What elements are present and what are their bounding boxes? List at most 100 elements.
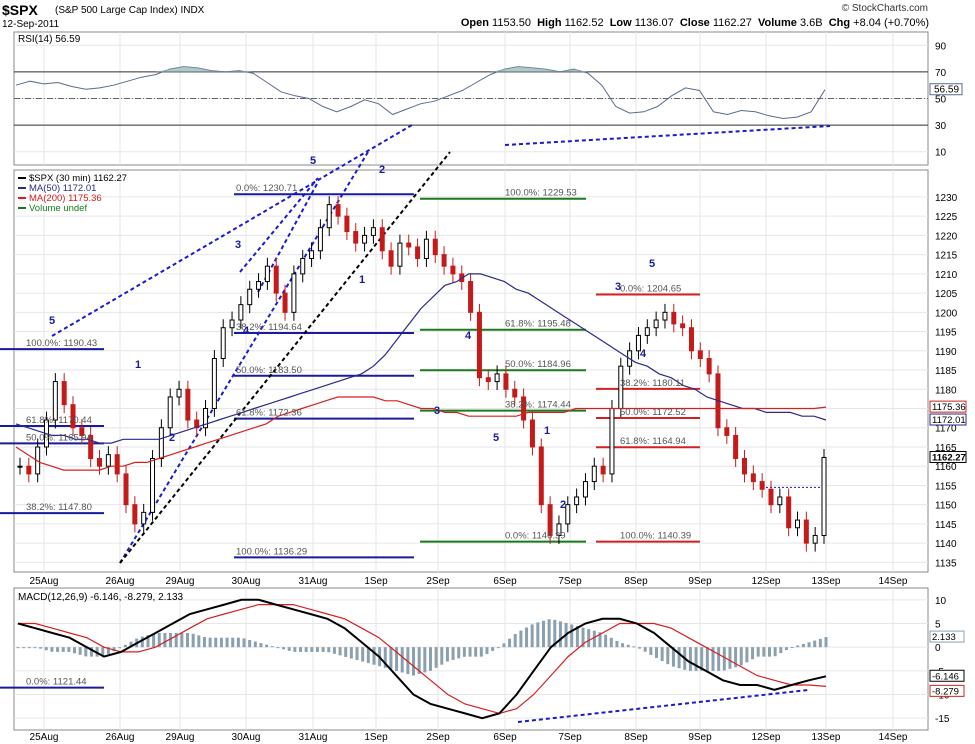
macd-x-tick-label: 13Sep — [812, 732, 841, 743]
macd-histogram-bar — [626, 644, 630, 648]
macd-histogram-bar — [123, 644, 127, 648]
macd-x-tick-label: 14Sep — [879, 732, 908, 743]
candle-body — [759, 481, 765, 490]
macd-histogram-bar — [519, 630, 523, 648]
candle-body — [397, 242, 403, 267]
fib-level-label: 0.0%: 1230.71 — [236, 183, 297, 194]
candle-body — [582, 481, 588, 498]
macd-histogram-bar — [717, 647, 721, 671]
price-tick-label: 1160 — [935, 462, 957, 473]
candle-body — [733, 434, 739, 460]
macd-tick-label: 5 — [935, 620, 941, 631]
macd-histogram-bar — [338, 647, 342, 656]
wave-label: 1 — [135, 359, 141, 371]
candle-body — [362, 234, 368, 244]
macd-histogram-bar — [558, 621, 562, 648]
macd-x-tick-label: 30Aug — [232, 732, 261, 743]
macd-histogram-bar — [638, 647, 642, 649]
candle-body — [574, 496, 580, 506]
macd-histogram-bar — [654, 647, 658, 658]
macd-histogram-bar — [332, 647, 336, 654]
macd-histogram-bar — [344, 647, 348, 657]
macd-histogram-bar — [355, 647, 359, 661]
rsi-last-value-label: 56.59 — [934, 85, 959, 96]
candle-body — [370, 227, 376, 236]
candle-body — [150, 458, 156, 513]
candle-body — [450, 265, 456, 275]
macd-histogram-bar — [197, 635, 201, 648]
candle-body — [644, 327, 650, 336]
macd-histogram-bar — [796, 645, 800, 648]
macd-x-tick-label: 1Sep — [364, 732, 388, 743]
macd-histogram-bar — [479, 647, 483, 657]
candle-body — [476, 311, 482, 379]
price-last-value-label: 1172.01 — [932, 415, 966, 426]
macd-histogram-bar — [496, 647, 500, 649]
candle-body — [291, 273, 297, 313]
macd-x-tick-label: 8Sep — [624, 732, 648, 743]
macd-histogram-bar — [39, 647, 43, 649]
candle-body — [786, 496, 792, 529]
macd-x-tick-label: 25Aug — [30, 732, 59, 743]
macd-histogram-bar — [615, 640, 619, 648]
macd-histogram-bar — [824, 637, 828, 648]
candle-body — [61, 381, 67, 406]
candle-body — [317, 227, 323, 252]
candle-body — [600, 465, 606, 475]
macd-histogram-bar — [801, 643, 805, 648]
macd-histogram-bar — [219, 637, 223, 648]
candle-body — [176, 388, 182, 398]
price-tick-label: 1145 — [935, 520, 957, 531]
macd-histogram-bar — [33, 647, 37, 649]
candle-body — [158, 427, 164, 460]
macd-x-tick-label: 31Aug — [299, 732, 328, 743]
candle-body — [768, 488, 774, 506]
macd-histogram-bar — [389, 647, 393, 670]
macd-histogram-bar — [440, 647, 444, 665]
fib-level-label: 100.0%: 1136.29 — [236, 546, 307, 557]
macd-histogram-bar — [22, 647, 26, 649]
macd-x-tick-label: 7Sep — [558, 732, 582, 743]
macd-tick-label: 10 — [935, 596, 947, 607]
macd-histogram-bar — [485, 647, 489, 654]
macd-histogram-bar — [462, 647, 466, 657]
macd-last-value-label: -6.146 — [932, 671, 959, 682]
wave-label: 4 — [640, 348, 647, 360]
wave-label: 3 — [235, 239, 241, 251]
macd-histogram-bar — [513, 634, 517, 648]
candle-body — [662, 311, 668, 321]
macd-tick-label: 0 — [935, 643, 941, 654]
price-x-tick-label: 2Sep — [426, 576, 450, 587]
macd-histogram-bar — [660, 647, 664, 662]
candle-body — [185, 388, 191, 421]
wave-label: 2 — [169, 432, 175, 444]
macd-last-value-label: -8.279 — [932, 686, 959, 697]
candle-body — [512, 388, 518, 398]
fib-level-label: 50.0%: 1184.96 — [505, 359, 571, 370]
candle-body — [344, 215, 350, 233]
macd-histogram-bar — [78, 647, 82, 655]
wave-label: 3 — [434, 405, 440, 417]
macd-histogram-bar — [790, 647, 794, 649]
candle-body — [229, 319, 235, 329]
price-tick-label: 1215 — [935, 251, 958, 262]
macd-histogram-bar — [751, 647, 755, 660]
macd-histogram-bar — [813, 640, 817, 648]
fib-level-label: 61.8%: 1172.36 — [236, 408, 302, 419]
macd-histogram-bar — [231, 637, 235, 648]
macd-histogram-bar — [474, 647, 478, 657]
macd-histogram-bar — [756, 647, 760, 657]
macd-histogram-bar — [50, 647, 54, 652]
macd-histogram-bar — [293, 647, 297, 652]
macd-histogram-bar — [225, 637, 229, 648]
macd-histogram-bar — [784, 647, 788, 651]
macd-histogram-bar — [779, 647, 783, 654]
macd-histogram-bar — [327, 647, 331, 653]
candle-body — [529, 419, 535, 448]
macd-x-tick-label: 26Aug — [106, 732, 135, 743]
macd-histogram-bar — [525, 627, 529, 648]
price-x-tick-label: 6Sep — [493, 576, 517, 587]
candle-body — [812, 534, 818, 544]
fib-level-label: 61.8%: 1195.48 — [505, 319, 571, 330]
fib-level-label: 50.0%: 1172.52 — [620, 407, 686, 418]
